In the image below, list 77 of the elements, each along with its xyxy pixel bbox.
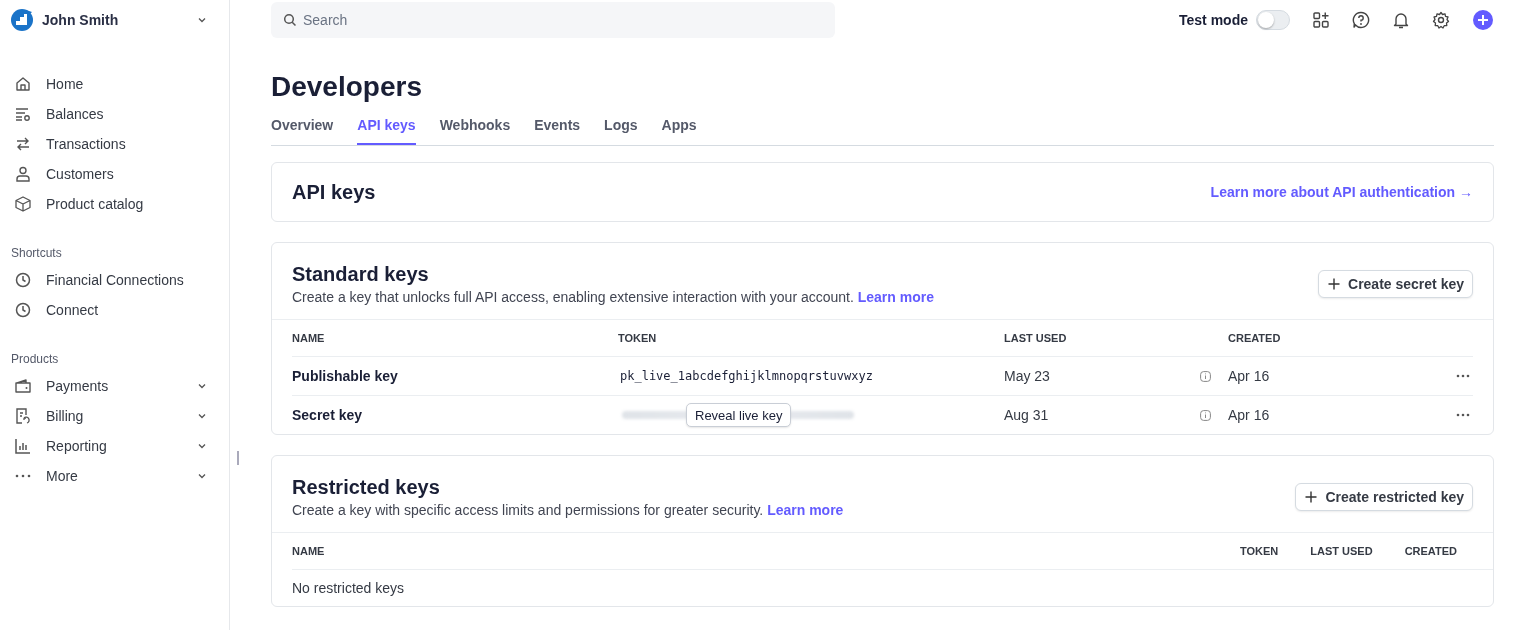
token-text: pk_live_1abcdefghijklmnopqrstuvwxyz [619, 369, 873, 383]
tab[interactable]: API keys [357, 110, 416, 145]
nav-item[interactable]: Payments [10, 371, 221, 401]
tab[interactable]: Logs [604, 110, 638, 145]
nav-item[interactable]: Balances [10, 99, 221, 129]
column-header: CREATED [1404, 545, 1457, 557]
create-secret-key-button[interactable]: Create secret key [1318, 270, 1473, 298]
column-header: TOKEN [1240, 545, 1279, 557]
search-field[interactable]: Search [271, 1, 835, 38]
list-icon [14, 105, 32, 123]
card-title: API keys [292, 180, 376, 204]
more-icon[interactable] [1456, 413, 1470, 417]
bar-chart-icon [14, 437, 32, 455]
table-cell-text: Apr 16 [1228, 368, 1271, 384]
person-icon [14, 165, 32, 183]
document-icon [14, 407, 32, 425]
column-header: LAST USED [1004, 332, 1068, 344]
create-restricted-key-button[interactable]: Create restricted key [1295, 483, 1473, 511]
learn-more-link[interactable]: Learn more about API authentication → [1210, 184, 1473, 200]
arrows-icon [14, 135, 32, 153]
clock-icon [14, 271, 32, 289]
nav-item[interactable]: Customers [10, 159, 221, 189]
test-mode-label: Test mode [1179, 12, 1248, 28]
resize-handle[interactable] [237, 451, 239, 465]
info-icon[interactable] [1200, 409, 1211, 421]
add-icon[interactable] [1472, 9, 1494, 31]
card-description: Create a key that unlocks full API access, enabling extensive interaction with your account. Learn more [292, 289, 934, 305]
search-icon [283, 12, 297, 27]
table-cell-text: Publishable key [292, 368, 399, 384]
reveal-key-button[interactable]: Reveal live key [686, 403, 792, 427]
table-cell-text: Apr 16 [1228, 407, 1271, 423]
section-heading: Shortcuts [10, 245, 63, 262]
page-title: Developers [271, 70, 423, 104]
dots-icon [14, 474, 32, 478]
column-header: NAME [292, 332, 326, 344]
tab[interactable]: Apps [661, 110, 697, 145]
card-title: Standard keys [292, 263, 430, 286]
nav-item[interactable]: Financial Connections [10, 265, 221, 295]
column-header: NAME [292, 545, 326, 557]
clock-icon [14, 301, 32, 319]
column-header: CREATED [1228, 332, 1282, 344]
table-cell-text: Aug 31 [1004, 407, 1050, 423]
test-mode-toggle[interactable] [1256, 10, 1290, 30]
nav-item[interactable]: Connect [10, 295, 221, 325]
nav-item[interactable]: Product catalog [10, 189, 221, 219]
tab[interactable]: Webhooks [439, 110, 511, 145]
info-icon[interactable] [1200, 370, 1211, 382]
learn-more-link[interactable]: Learn more [767, 502, 844, 518]
account-name: John Smith [42, 12, 120, 28]
nav-item[interactable]: Home [10, 69, 221, 99]
wallet-icon [14, 377, 32, 395]
more-icon[interactable] [1456, 374, 1470, 378]
plus-icon [1305, 491, 1318, 503]
help-icon[interactable] [1352, 11, 1370, 29]
apps-icon[interactable] [1312, 11, 1330, 29]
settings-icon[interactable] [1432, 11, 1450, 29]
empty-message: No restricted keys [292, 580, 405, 596]
table-cell-text: May 23 [1004, 368, 1051, 384]
bell-icon[interactable] [1392, 11, 1410, 29]
card-description: Create a key with specific access limits and permissions for greater security. Learn more [292, 502, 844, 518]
card-title: Restricted keys [292, 476, 441, 499]
column-header: TOKEN [618, 332, 658, 344]
logo-icon [10, 8, 34, 32]
nav-item[interactable]: More [10, 461, 221, 491]
plus-icon [1328, 278, 1340, 290]
nav-item[interactable]: Billing [10, 401, 221, 431]
box-icon [14, 195, 32, 213]
section-heading: Products [10, 351, 60, 368]
home-icon [14, 75, 32, 93]
nav-item[interactable]: Transactions [10, 129, 221, 159]
table-cell-text: Secret key [292, 407, 364, 423]
nav-item[interactable]: Reporting [10, 431, 221, 461]
tab[interactable]: Overview [271, 110, 334, 145]
tab[interactable]: Events [534, 110, 581, 145]
account-switcher[interactable]: John Smith [10, 0, 221, 40]
learn-more-link[interactable]: Learn more [857, 289, 934, 305]
column-header: LAST USED [1310, 545, 1373, 557]
